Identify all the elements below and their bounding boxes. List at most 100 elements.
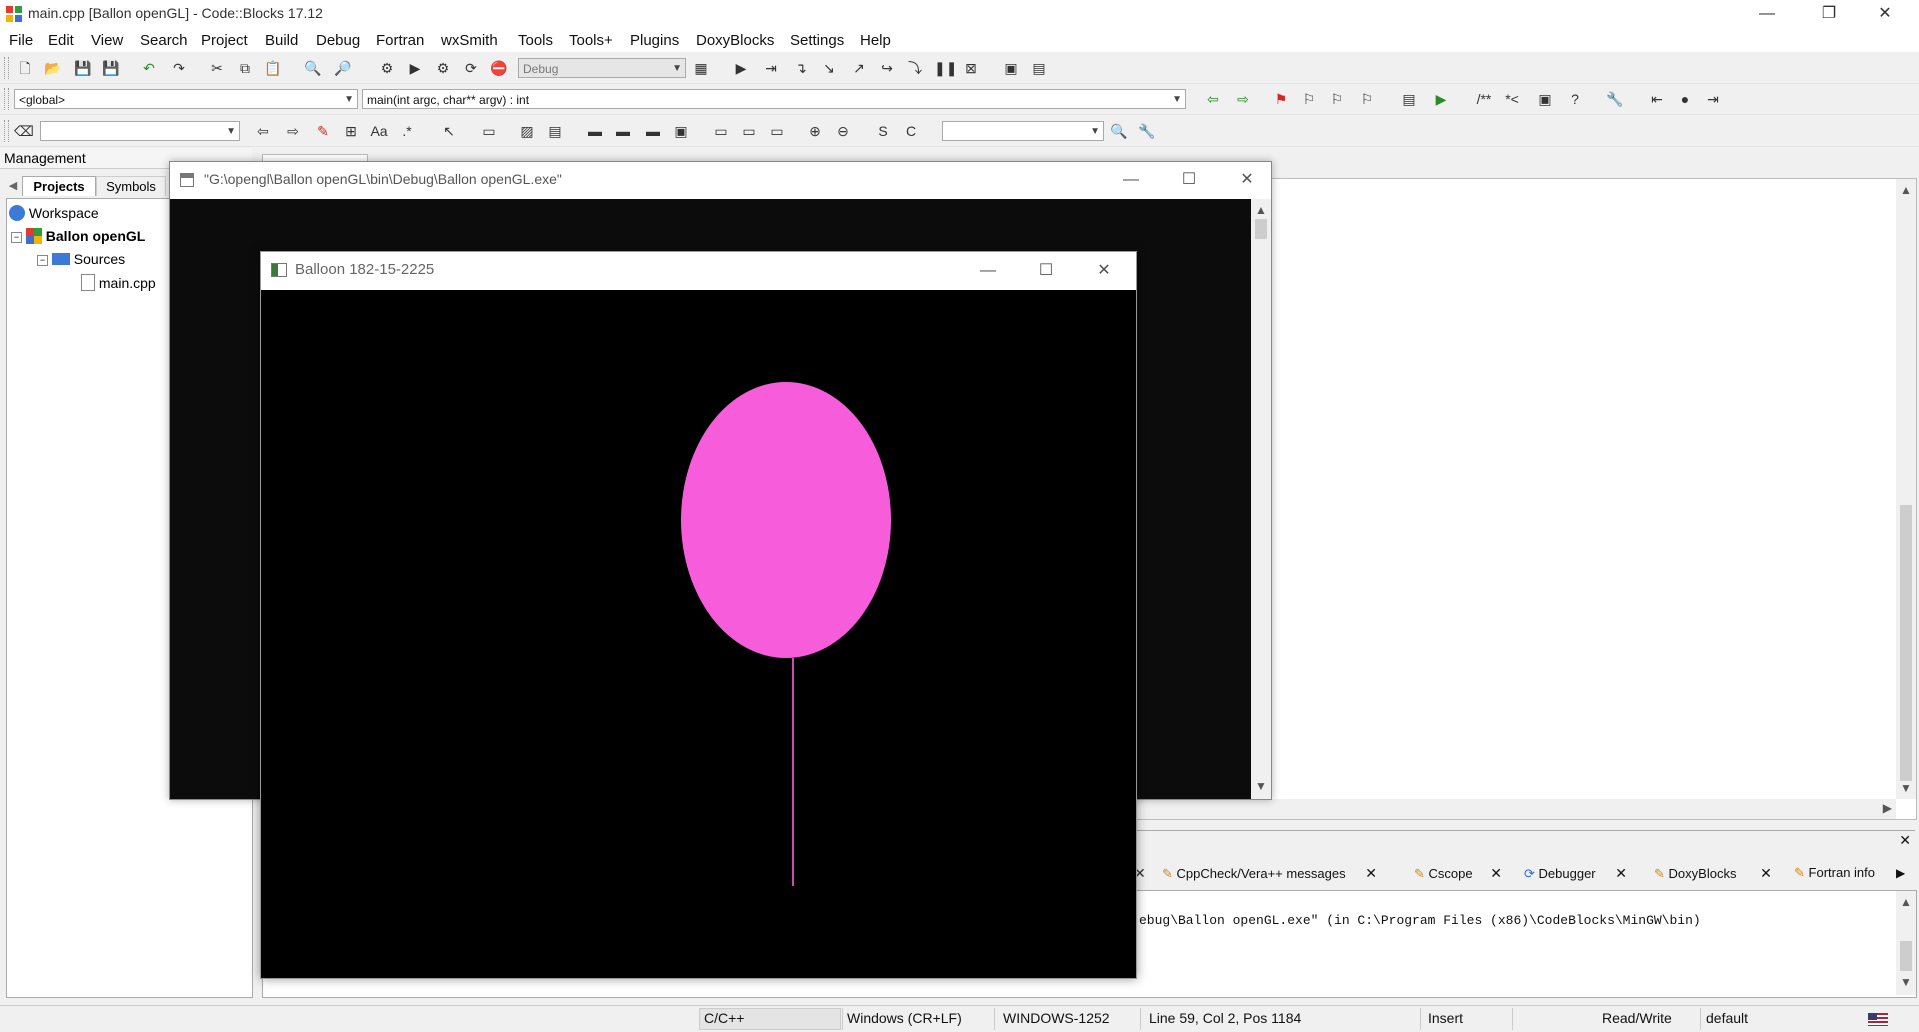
rebuild-icon[interactable]: ⟳ — [462, 59, 480, 77]
menu-tools-plus[interactable]: Tools+ — [569, 32, 613, 49]
tree-item-file[interactable]: main.cpp — [81, 274, 156, 291]
console-scrollbar[interactable]: ▲ ▼ — [1251, 199, 1271, 799]
chevron-down-icon[interactable]: ▼ — [1898, 781, 1914, 795]
bookmark-toggle-icon[interactable]: ⚑ — [1272, 90, 1290, 108]
build-run-icon[interactable]: ⚙ — [434, 59, 452, 77]
tab-cscope[interactable]: ✎ Cscope ✕ — [1414, 862, 1502, 884]
search-settings-icon[interactable]: 🔧 — [1138, 122, 1156, 140]
step-into-instruction-icon[interactable]: ⤵ — [906, 59, 924, 77]
menu-search[interactable]: Search — [140, 32, 188, 49]
menu-tools[interactable]: Tools — [518, 32, 553, 49]
zoom-out-icon[interactable]: ⊖ — [834, 122, 852, 140]
scroll-thumb[interactable] — [1900, 505, 1912, 781]
tab-projects[interactable]: Projects — [22, 176, 96, 196]
tab-close-icon[interactable]: ✕ — [1490, 865, 1502, 881]
tab-doxyblocks[interactable]: ✎ DoxyBlocks ✕ — [1654, 862, 1772, 884]
redo-icon[interactable]: ↷ — [170, 59, 188, 77]
scope-select[interactable]: <global> ▼ — [14, 89, 358, 109]
run-icon[interactable]: ▶ — [406, 59, 424, 77]
tab-close-icon[interactable]: ✕ — [1760, 865, 1772, 881]
menu-doxyblocks[interactable]: DoxyBlocks — [696, 32, 774, 49]
menu-fortran[interactable]: Fortran — [376, 32, 424, 49]
maximize-button[interactable]: ❐ — [1806, 0, 1852, 28]
show-select-target-icon[interactable]: ▦ — [692, 59, 710, 77]
resize-1-icon[interactable]: ▭ — [712, 122, 730, 140]
step-into-icon[interactable]: ↘ — [820, 59, 838, 77]
logs-close-icon[interactable]: ✕ — [1899, 832, 1911, 849]
goto-next-icon[interactable]: ⇥ — [1704, 90, 1722, 108]
tree-item-sources[interactable]: − Sources — [37, 251, 125, 267]
debug-continue-icon[interactable]: ▶ — [732, 59, 750, 77]
layout-3-icon[interactable]: ▬ — [644, 122, 662, 140]
minimize-button[interactable]: — — [1744, 0, 1790, 28]
scroll-thumb[interactable] — [1900, 941, 1912, 971]
goto-current-icon[interactable]: ● — [1676, 90, 1694, 108]
goto-prev-icon[interactable]: ⇤ — [1648, 90, 1666, 108]
menu-file[interactable]: File — [9, 32, 33, 49]
clear-search-icon[interactable]: ⌫ — [14, 122, 34, 140]
bookmark-next-icon[interactable]: ⚐ — [1328, 90, 1346, 108]
pointer-icon[interactable]: ↖ — [440, 122, 458, 140]
menu-project[interactable]: Project — [201, 32, 248, 49]
various-info-icon[interactable]: ▤ — [1030, 59, 1048, 77]
build-icon[interactable]: ⚙ — [378, 59, 396, 77]
layout-4-icon[interactable]: ▣ — [672, 122, 690, 140]
layout-1-icon[interactable]: ▬ — [586, 122, 604, 140]
gl-close-button[interactable]: ✕ — [1081, 257, 1127, 285]
tab-scroll-left-icon[interactable]: ◀ — [6, 176, 20, 196]
find-icon[interactable]: 🔍 — [304, 59, 322, 77]
c-icon[interactable]: C — [902, 122, 920, 140]
save-all-icon[interactable]: 💾 — [102, 59, 120, 77]
menu-edit[interactable]: Edit — [48, 32, 74, 49]
doxy-block-comment-icon[interactable]: /** — [1470, 90, 1498, 108]
step-out-icon[interactable]: ↗ — [850, 59, 868, 77]
close-button[interactable]: ✕ — [1862, 0, 1908, 28]
menu-view[interactable]: View — [91, 32, 123, 49]
image-icon[interactable]: ▨ — [518, 122, 536, 140]
menu-wxsmith[interactable]: wxSmith — [441, 32, 498, 49]
pause-icon[interactable]: ❚❚ — [934, 59, 957, 77]
find-input[interactable]: ▼ — [942, 121, 1104, 141]
cut-icon[interactable]: ✂ — [208, 59, 226, 77]
function-select[interactable]: main(int argc, char** argv) : int ▼ — [362, 89, 1186, 109]
toolbar-grip[interactable] — [4, 120, 9, 142]
jump-forward-icon[interactable]: ⇨ — [1234, 90, 1252, 108]
tab-close-icon[interactable]: ✕ — [1615, 865, 1627, 881]
chevron-down-icon[interactable]: ▼ — [1898, 975, 1914, 989]
arrow-left-icon[interactable]: ⇦ — [254, 122, 272, 140]
tab-fortran-info[interactable]: ✎ Fortran info — [1794, 862, 1875, 884]
jump-back-icon[interactable]: ⇦ — [1204, 90, 1222, 108]
highlight-icon[interactable]: ✎ — [314, 122, 332, 140]
next-line-icon[interactable]: ↴ — [792, 59, 810, 77]
layout-2-icon[interactable]: ▬ — [614, 122, 632, 140]
next-instruction-icon[interactable]: ↪ — [878, 59, 896, 77]
abort-icon[interactable]: ⛔ — [490, 59, 508, 77]
tab-scroll-right-icon[interactable]: ▶ — [1896, 862, 1905, 884]
editor-vertical-scrollbar[interactable]: ▲ ▼ — [1896, 179, 1916, 799]
menu-build[interactable]: Build — [265, 32, 298, 49]
doxywizard-icon[interactable]: ▣ — [1536, 90, 1554, 108]
menu-settings[interactable]: Settings — [790, 32, 844, 49]
box-icon[interactable]: ▭ — [480, 122, 498, 140]
bookmark-clear-icon[interactable]: ⚐ — [1358, 90, 1376, 108]
logs-scrollbar[interactable]: ▲ ▼ — [1896, 891, 1916, 995]
wrench-icon[interactable]: 🔧 — [1606, 90, 1624, 108]
selected-text-only-icon[interactable]: ⊞ — [342, 122, 360, 140]
open-icon[interactable]: 📂 — [44, 59, 62, 77]
opengl-window[interactable]: Balloon 182-15-2225 — ☐ ✕ — [260, 251, 1137, 979]
toolbar-grip[interactable] — [4, 88, 9, 110]
run-file-icon[interactable]: ▶ — [1432, 90, 1450, 108]
search-go-icon[interactable]: 🔍 — [1110, 122, 1128, 140]
console-maximize-button[interactable]: ☐ — [1166, 166, 1212, 194]
run-to-cursor-icon[interactable]: ⇥ — [762, 59, 780, 77]
compile-file-icon[interactable]: ▤ — [1400, 90, 1418, 108]
stop-debugger-icon[interactable]: ⊠ — [962, 59, 980, 77]
replace-icon[interactable]: 🔎 — [334, 59, 352, 77]
tab-debugger[interactable]: ⟳ Debugger ✕ — [1524, 862, 1627, 884]
chevron-up-icon[interactable]: ▲ — [1253, 203, 1269, 217]
tab-symbols[interactable]: Symbols — [96, 176, 166, 196]
chevron-up-icon[interactable]: ▲ — [1898, 895, 1914, 909]
copy-icon[interactable]: ⧉ — [236, 59, 254, 77]
chevron-right-icon[interactable]: ▶ — [1883, 801, 1892, 815]
toolbar-grip[interactable] — [4, 57, 9, 79]
